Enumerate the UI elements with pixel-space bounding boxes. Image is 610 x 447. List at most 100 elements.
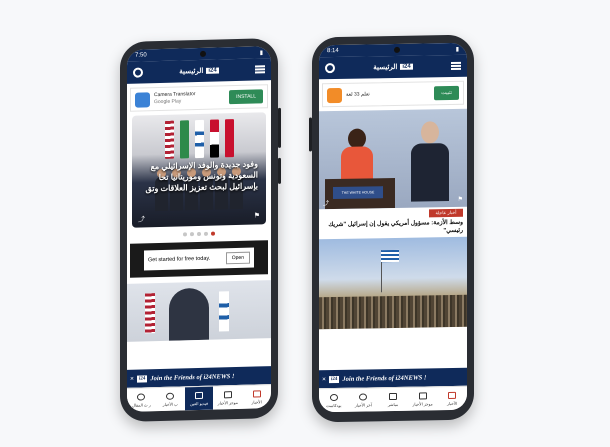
ad-text: تعلم 33 لغة [346, 90, 430, 98]
tab-podcast[interactable]: ر ث المقال [127, 388, 156, 412]
ad-mid-content: Get started for free today. Open [144, 247, 254, 271]
battery-icon: ▮ [259, 49, 263, 56]
article-actions: ⤴ ⚑ [323, 196, 463, 207]
tab-label: موجز الأخبار [217, 399, 238, 406]
ad-title: تعلم 33 لغة [346, 90, 370, 98]
banner-text[interactable]: Join the Friends of i24NEWS ! [342, 374, 426, 382]
logo-mark: i24 [400, 63, 413, 70]
speaker-body [411, 143, 449, 202]
tab-briefing[interactable]: موجز الأخبار [408, 387, 438, 411]
carousel-dot[interactable] [190, 232, 194, 237]
app-logo: الرئيسية i24 [373, 63, 413, 72]
bottom-tab-bar: ر ث المقال ب الأخبار فيديو العين موجز ال… [127, 384, 271, 412]
carousel-dots [127, 230, 271, 238]
app-title: الرئيسية [373, 63, 398, 72]
install-button[interactable]: تثبيت [434, 85, 459, 101]
tab-podcast[interactable]: بودكاست [319, 389, 349, 413]
tab-briefing[interactable]: موجز الأخبار [213, 386, 242, 410]
camera-notch [200, 50, 207, 57]
share-icon[interactable]: ⤴ [323, 198, 329, 207]
camera-translator-icon [135, 91, 150, 108]
bottom-tab-bar: بودكاست آخر الأخبار مباشر موجز الأخبار ا… [319, 385, 467, 413]
screen: 8:14 ▮ الرئيسية i24 تعلم 33 لغة تثبيت TH… [319, 42, 467, 413]
status-time: 8:14 [327, 47, 339, 55]
flag [224, 119, 234, 158]
article-image[interactable] [127, 280, 271, 342]
flag [194, 119, 204, 159]
hero-caption[interactable]: وفود جديدة والوفد الإسرائيلي مع السعودية… [140, 158, 258, 194]
tab-news[interactable]: الأخبار [242, 385, 271, 409]
greek-flag [381, 249, 399, 263]
headphones-icon [137, 392, 146, 401]
gear-icon[interactable] [133, 67, 143, 78]
menu-icon[interactable] [255, 65, 265, 74]
volume-button [309, 117, 312, 152]
install-button[interactable]: INSTALL [229, 89, 263, 105]
banner-logo: i24 [329, 375, 340, 383]
hero-actions: ⤴ ⚑ [138, 211, 260, 224]
tab-label: مباشر [387, 401, 399, 407]
tab-label: فيديو العين [189, 400, 208, 406]
open-button[interactable]: Open [225, 251, 250, 265]
refresh-icon [166, 392, 175, 400]
carousel-dot[interactable] [197, 231, 201, 237]
tab-live[interactable]: مباشر [378, 388, 408, 412]
ad-text: Camera Translator Google Play [154, 90, 225, 106]
article-image-press[interactable]: THE WHITE HOUSE ⤴ ⚑ [319, 108, 467, 210]
tab-label: آخر الأخبار [354, 401, 372, 408]
tab-label: بودكاست [326, 402, 342, 408]
screen: 7:50 ▮ الرئيسية i24 Camera Translator Go… [127, 46, 271, 412]
app-logo: الرئيسية i24 [179, 66, 219, 76]
close-icon[interactable]: × [130, 375, 134, 383]
ad-subtitle: Google Play [154, 98, 182, 106]
tab-label: الأخبار [447, 400, 458, 406]
banner-text[interactable]: Join the Friends of i24NEWS ! [150, 373, 234, 382]
app-bar: الرئيسية i24 [319, 54, 467, 80]
tab-news[interactable]: الأخبار [437, 387, 467, 411]
carousel-dot[interactable] [204, 231, 208, 236]
flag [219, 291, 229, 332]
ad-banner-top[interactable]: تعلم 33 لغة تثبيت [322, 80, 464, 108]
ad-mid-text: Get started for free today. [148, 255, 211, 264]
flag [209, 119, 219, 158]
tab-latest[interactable]: آخر الأخبار [349, 388, 379, 412]
article-headline[interactable]: وسط الأزمة: مسؤول أمريكي يقول إن إسرائيل… [319, 217, 467, 240]
camera-notch [394, 46, 401, 53]
flag [179, 120, 189, 159]
tv-icon [388, 392, 397, 400]
ad-banner-top[interactable]: Camera Translator Google Play INSTALL [130, 84, 268, 112]
tab-latest[interactable]: ب الأخبار [156, 387, 185, 411]
list-icon [418, 391, 427, 400]
flag [164, 120, 174, 159]
bookmark-icon[interactable]: ⚑ [458, 196, 463, 205]
share-icon[interactable]: ⤴ [138, 214, 145, 224]
bookmark-icon[interactable]: ⚑ [254, 211, 260, 221]
ad-banner-mid[interactable]: Get started for free today. Open [130, 240, 268, 278]
flag [145, 293, 155, 334]
phone-left: 7:50 ▮ الرئيسية i24 Camera Translator Go… [120, 37, 281, 423]
app-bar: الرئيسية i24 [127, 58, 271, 84]
phone-right: 8:14 ▮ الرئيسية i24 تعلم 33 لغة تثبيت TH… [309, 34, 474, 423]
banner-logo: i24 [137, 374, 148, 383]
carousel-dot-active[interactable] [211, 231, 215, 236]
menu-icon[interactable] [451, 61, 461, 70]
app-title: الرئيسية [179, 67, 204, 76]
doorway [169, 287, 209, 341]
article-image-acropolis[interactable] [319, 236, 467, 330]
volume-button [278, 157, 281, 184]
hero-carousel-slide[interactable]: وفود جديدة والوفد الإسرائيلي مع السعودية… [132, 112, 266, 228]
close-icon[interactable]: × [322, 375, 326, 383]
carousel-dot[interactable] [183, 232, 187, 237]
news-icon [252, 389, 261, 398]
tab-video[interactable]: فيديو العين [184, 386, 214, 411]
battery-icon: ▮ [455, 46, 459, 53]
gear-icon[interactable] [325, 63, 335, 74]
speaker-head [421, 121, 439, 144]
tv-icon [194, 391, 203, 399]
ad-title: Camera Translator [154, 91, 196, 99]
status-time: 7:50 [135, 52, 147, 59]
speaker [411, 121, 449, 202]
logo-mark: i24 [206, 67, 219, 74]
list-icon [223, 390, 232, 398]
tab-label: الأخبار [251, 398, 262, 405]
